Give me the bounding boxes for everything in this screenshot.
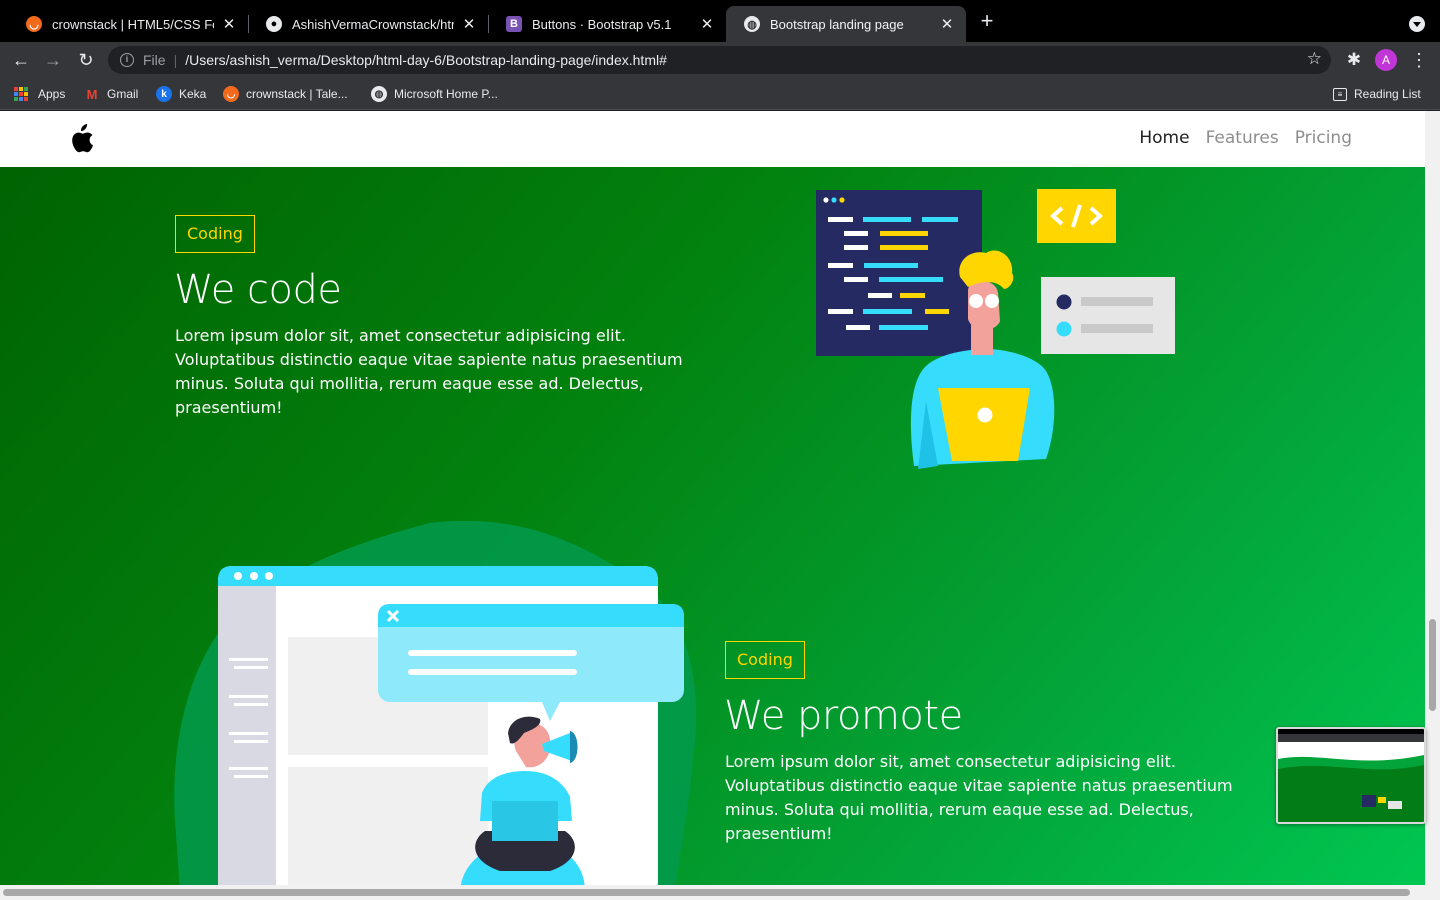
profile-avatar[interactable]: A [1375, 49, 1397, 71]
close-icon[interactable]: ✕ [220, 15, 238, 33]
bookmarks-bar: Apps M Gmail k Keka ◡ crownstack | Tale.… [0, 78, 1440, 110]
globe-icon: ◍ [744, 16, 760, 32]
nav-features-link[interactable]: Features [1206, 128, 1279, 148]
more-menu-icon[interactable]: ⋮ [1410, 48, 1428, 72]
close-icon[interactable]: ✕ [698, 15, 716, 33]
section-heading: We promote [724, 693, 963, 739]
bookmark-gmail[interactable]: M Gmail [84, 85, 139, 103]
section-paragraph: Lorem ipsum dolor sit, amet consectetur … [175, 326, 683, 417]
tab-bootstrap[interactable]: B Buttons · Bootstrap v5.1 ✕ [488, 6, 726, 42]
apple-icon[interactable] [66, 124, 94, 154]
tab-github[interactable]: ● AshishVermaCrownstack/html- ✕ [248, 6, 488, 42]
tab-title: crownstack | HTML5/CSS For b [52, 16, 214, 32]
reading-list-button[interactable]: ≡ Reading List [1333, 85, 1421, 103]
window-preview-thumbnail[interactable] [1276, 727, 1426, 824]
bookmark-label: Microsoft Home P... [394, 87, 498, 101]
bookmark-label: Gmail [107, 87, 139, 101]
preview-image [1278, 729, 1424, 822]
scrollbar-thumb[interactable] [1429, 619, 1436, 711]
crownstack-icon: ◡ [223, 86, 239, 102]
site-navbar: Home Features Pricing [0, 111, 1425, 167]
browser-toolbar: ← → ↻ i File | /Users/ashish_verma/Deskt… [0, 42, 1440, 78]
close-icon[interactable]: ✕ [938, 15, 956, 33]
horizontal-scrollbar[interactable] [0, 885, 1440, 900]
bookmark-star-icon[interactable]: ☆ [1307, 49, 1322, 69]
nav-pricing-link[interactable]: Pricing [1295, 128, 1352, 148]
bookmark-keka[interactable]: k Keka [156, 85, 206, 103]
keka-icon: k [156, 86, 172, 102]
page-viewport: Home Features Pricing Coding We code Lor… [0, 111, 1425, 885]
vertical-scrollbar[interactable] [1425, 111, 1440, 885]
reading-list-icon: ≡ [1333, 87, 1347, 101]
section-paragraph: Lorem ipsum dolor sit, amet consectetur … [725, 752, 1233, 843]
reload-icon[interactable]: ↻ [74, 48, 98, 72]
address-bar[interactable]: i File | /Users/ashish_verma/Desktop/htm… [108, 46, 1331, 74]
bookmark-label: Apps [38, 87, 66, 101]
coding-badge: Coding [175, 215, 255, 253]
bookmark-crownstack[interactable]: ◡ crownstack | Tale... [223, 85, 348, 103]
extensions-puzzle-icon[interactable]: ✱ [1344, 50, 1364, 70]
nav-links: Home Features Pricing [1139, 128, 1352, 148]
tab-title: Bootstrap landing page [770, 16, 904, 32]
section-heading: We code [174, 267, 342, 313]
globe-icon: ◍ [371, 86, 387, 102]
bookmark-microsoft[interactable]: ◍ Microsoft Home P... [371, 85, 498, 103]
address-scheme: File [143, 52, 166, 68]
crownstack-icon: ◡ [26, 16, 42, 32]
gmail-icon: M [86, 86, 98, 102]
github-icon: ● [266, 16, 282, 32]
back-arrow-icon[interactable]: ← [9, 48, 33, 72]
coding-badge: Coding [725, 641, 805, 679]
tab-title: AshishVermaCrownstack/html- [292, 16, 454, 32]
forward-arrow-icon[interactable]: → [41, 48, 65, 72]
scrollbar-thumb[interactable] [3, 889, 1410, 896]
developer-illustration [816, 189, 1175, 469]
bootstrap-icon: B [506, 16, 522, 32]
new-tab-button[interactable]: + [976, 10, 998, 33]
nav-home-link[interactable]: Home [1139, 128, 1189, 148]
tab-landing-page[interactable]: ◍ Bootstrap landing page ✕ [726, 6, 966, 42]
bookmark-label: Keka [179, 87, 207, 101]
tab-strip: ◡ crownstack | HTML5/CSS For b ✕ ● Ashis… [0, 0, 1440, 42]
marketing-illustration [174, 521, 697, 885]
tab-title: Buttons · Bootstrap v5.1 [532, 16, 672, 32]
apps-grid-icon [14, 87, 28, 101]
address-url[interactable]: /Users/ashish_verma/Desktop/html-day-6/B… [185, 52, 667, 68]
tab-crownstack[interactable]: ◡ crownstack | HTML5/CSS For b ✕ [8, 6, 248, 42]
info-icon[interactable]: i [120, 53, 134, 67]
close-icon[interactable]: ✕ [460, 15, 478, 33]
reading-list-label: Reading List [1354, 87, 1421, 101]
bookmark-apps[interactable]: Apps [14, 85, 65, 103]
bookmark-label: crownstack | Tale... [246, 87, 348, 101]
tab-search-icon[interactable] [1409, 16, 1425, 32]
